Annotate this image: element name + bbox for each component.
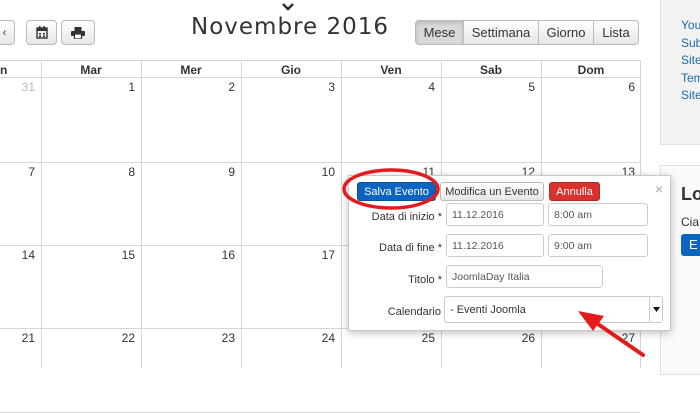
calendar-label: Calendario <box>387 306 441 318</box>
day-number[interactable]: 22 <box>105 331 135 345</box>
day-number[interactable]: 10 <box>305 165 335 179</box>
day-number[interactable]: 25 <box>405 331 435 345</box>
day-number[interactable]: 31 <box>5 80 35 94</box>
day-number[interactable]: 26 <box>505 331 535 345</box>
end-date-label: Data di fine * <box>379 242 442 254</box>
day-number[interactable]: 5 <box>505 80 535 94</box>
grid-col-line <box>241 60 242 368</box>
event-popup: Salva Evento Modifica un Evento Annulla … <box>348 175 671 331</box>
day-number[interactable]: 15 <box>105 248 135 262</box>
grid-row-line <box>0 60 640 61</box>
save-event-button[interactable]: Salva Evento <box>357 182 436 201</box>
weekday-header: n <box>0 63 8 77</box>
day-number[interactable]: 16 <box>205 248 235 262</box>
view-switcher: Mese Settimana Giorno Lista <box>415 20 639 45</box>
day-number[interactable]: 8 <box>105 165 135 179</box>
sidebar-section-text: Cia <box>681 215 700 229</box>
day-number[interactable]: 7 <box>5 165 35 179</box>
day-number[interactable]: 24 <box>305 331 335 345</box>
grid-col-line <box>141 60 142 368</box>
select-arrow-icon <box>649 297 662 322</box>
print-icon <box>71 26 85 39</box>
close-icon[interactable]: × <box>655 181 663 197</box>
day-number[interactable]: 3 <box>305 80 335 94</box>
weekday-header: Mar <box>80 63 102 77</box>
grid-row-line <box>0 162 640 163</box>
day-number[interactable]: 21 <box>5 331 35 345</box>
sidebar-link[interactable]: Tem <box>681 70 700 88</box>
weekday-header: Sab <box>479 63 502 77</box>
title-label: Titolo * <box>408 274 442 286</box>
sidebar-link[interactable]: Site <box>681 52 700 70</box>
calendar-picker-button[interactable] <box>26 20 57 45</box>
day-number[interactable]: 4 <box>405 80 435 94</box>
grid-col-line <box>41 60 42 368</box>
weekday-header: Dom <box>577 63 605 77</box>
sidebar-section-title: Lo <box>681 184 700 204</box>
sidebar-link[interactable]: Site <box>681 87 700 105</box>
start-time-input[interactable]: 8:00 am <box>548 203 648 226</box>
end-date-input[interactable]: 11.12.2016 <box>446 234 544 257</box>
month-title: Novembre 2016 <box>191 14 389 40</box>
weekday-header: Gio <box>281 63 301 77</box>
day-number[interactable]: 23 <box>205 331 235 345</box>
grid-col-line <box>341 60 342 368</box>
cancel-button[interactable]: Annulla <box>549 182 600 201</box>
chevron-down-icon[interactable] <box>281 2 295 12</box>
start-date-label: Data di inizio * <box>371 211 442 223</box>
sidebar-button[interactable]: E <box>681 234 700 256</box>
grid-row-line <box>0 77 640 78</box>
view-button-week[interactable]: Settimana <box>464 20 539 45</box>
sidebar-link[interactable]: Sub <box>681 35 700 53</box>
sidebar-panel-top: You Sub Site Tem Site <box>660 0 700 145</box>
view-button-list[interactable]: Lista <box>594 20 639 45</box>
print-button[interactable] <box>61 20 95 45</box>
sidebar-link[interactable]: You <box>681 17 700 35</box>
view-button-day[interactable]: Giorno <box>539 20 594 45</box>
calendar-select[interactable]: - Eventi Joomla <box>444 296 663 323</box>
day-number[interactable]: 14 <box>5 248 35 262</box>
day-number[interactable]: 2 <box>205 80 235 94</box>
weekday-header: Mer <box>180 63 202 77</box>
calendar-select-value: - Eventi Joomla <box>450 303 526 316</box>
chevron-left-icon: ‹ <box>2 26 7 39</box>
edit-event-button[interactable]: Modifica un Evento <box>440 182 544 201</box>
calendar-icon <box>35 26 48 39</box>
weekday-header: Ven <box>380 63 402 77</box>
start-date-input[interactable]: 11.12.2016 <box>446 203 544 226</box>
day-number[interactable]: 6 <box>605 80 635 94</box>
title-input[interactable]: JoomlaDay Italia <box>446 265 603 288</box>
view-button-month[interactable]: Mese <box>415 20 464 45</box>
day-number[interactable]: 1 <box>105 80 135 94</box>
day-number[interactable]: 9 <box>205 165 235 179</box>
prev-button[interactable]: ‹ <box>0 20 15 45</box>
day-number[interactable]: 27 <box>605 331 635 345</box>
day-number[interactable]: 17 <box>305 248 335 262</box>
end-time-input[interactable]: 9:00 am <box>548 234 648 257</box>
